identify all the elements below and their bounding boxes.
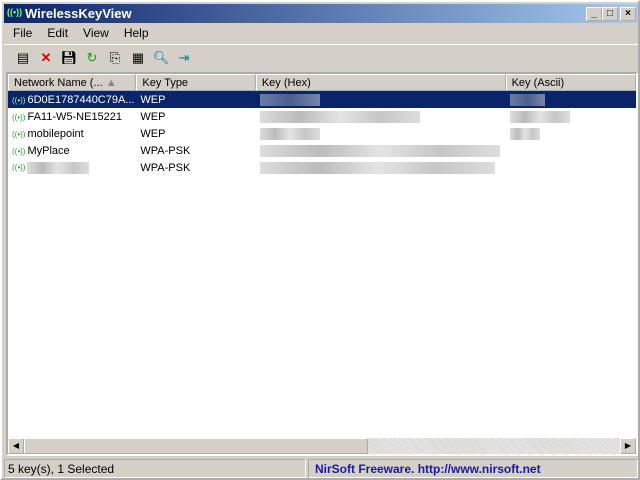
table-row[interactable]: ((•)) mobilepoint WEP: [8, 125, 636, 142]
wifi-icon: ((•)): [12, 163, 26, 173]
properties-icon[interactable]: ▤: [14, 49, 32, 67]
key-type: WEP: [140, 93, 166, 106]
wifi-icon: ((•)): [12, 129, 26, 139]
refresh-icon[interactable]: ↻: [83, 49, 101, 67]
table-row[interactable]: ((•)) MyPlace WPA-PSK: [8, 142, 636, 159]
scroll-left-button[interactable]: ◀: [8, 438, 24, 454]
key-type: WPA-PSK: [140, 144, 191, 157]
horizontal-scrollbar[interactable]: ◀ ▶: [8, 438, 636, 454]
key-type: WEP: [140, 110, 166, 123]
redacted-key-hex: [259, 93, 320, 106]
wifi-icon: ((•)): [12, 112, 26, 122]
network-name: 6D0E1787440C79A...: [27, 93, 135, 106]
scroll-right-button[interactable]: ▶: [620, 438, 636, 454]
sort-ascending-icon: ▲: [105, 77, 117, 89]
key-type: WEP: [140, 127, 166, 140]
copy-icon[interactable]: ⎘: [106, 49, 124, 67]
table-row[interactable]: ((•)) WPA-PSK: [8, 159, 636, 176]
close-button[interactable]: ×: [620, 7, 636, 21]
delete-icon[interactable]: ✕: [37, 49, 55, 67]
redacted-key-hex: [259, 144, 500, 157]
menu-bar: File Edit View Help: [4, 24, 155, 42]
table-row[interactable]: ((•)) 6D0E1787440C79A... WEP: [8, 91, 636, 108]
key-type: WPA-PSK: [140, 161, 191, 174]
save-icon[interactable]: 💾︎: [60, 49, 78, 67]
column-key-hex[interactable]: Key (Hex): [255, 74, 506, 91]
network-name: FA11-W5-NE15221: [27, 110, 123, 123]
redacted-key-hex: [259, 110, 420, 123]
wifi-icon: ((•)): [12, 95, 26, 105]
redacted-key-ascii: [509, 93, 545, 106]
minimize-button[interactable]: _: [586, 7, 602, 21]
redacted-key-hex: [259, 161, 495, 174]
column-key-type[interactable]: Key Type: [136, 74, 256, 91]
wifi-icon: ((•)): [12, 146, 26, 156]
keys-list: Network Name (... ▲ Key Type Key (Hex) K…: [6, 72, 638, 456]
exit-icon[interactable]: ⇥: [175, 49, 193, 67]
find-icon[interactable]: 🔍︎: [152, 49, 170, 67]
redacted-key-ascii: [509, 110, 570, 123]
title-bar: ((•)) WirelessKeyView _ □ ×: [4, 4, 638, 23]
wifi-app-icon: ((•)): [7, 6, 23, 17]
maximize-button[interactable]: □: [602, 7, 618, 21]
menu-help[interactable]: Help: [115, 24, 155, 42]
scroll-thumb[interactable]: [24, 438, 368, 454]
redacted-key-hex: [259, 127, 320, 140]
menu-view[interactable]: View: [74, 24, 115, 42]
redacted-key-ascii: [509, 127, 540, 140]
table-row[interactable]: ((•)) FA11-W5-NE15221 WEP: [8, 108, 636, 125]
list-header: Network Name (... ▲ Key Type Key (Hex) K…: [8, 74, 636, 91]
column-network-name[interactable]: Network Name (... ▲: [8, 74, 137, 91]
nirsoft-link[interactable]: NirSoft Freeware. http://www.nirsoft.net: [308, 459, 638, 478]
network-name: mobilepoint: [27, 127, 84, 140]
menu-edit[interactable]: Edit: [38, 24, 74, 42]
window-title: WirelessKeyView: [25, 6, 132, 21]
redacted-network-name: [27, 161, 90, 174]
report-icon[interactable]: ▦: [129, 49, 147, 67]
toolbar: ▤ ✕ 💾︎ ↻ ⎘ ▦ 🔍︎ ⇥: [4, 44, 638, 70]
status-count: 5 key(s), 1 Selected: [4, 459, 306, 478]
network-name: MyPlace: [27, 144, 70, 157]
column-label: Network Name (...: [14, 77, 103, 89]
main-window: ((•)) WirelessKeyView _ □ × File Edit Vi…: [0, 0, 640, 480]
menu-file[interactable]: File: [4, 24, 38, 42]
column-key-ascii[interactable]: Key (Ascii): [505, 74, 636, 91]
